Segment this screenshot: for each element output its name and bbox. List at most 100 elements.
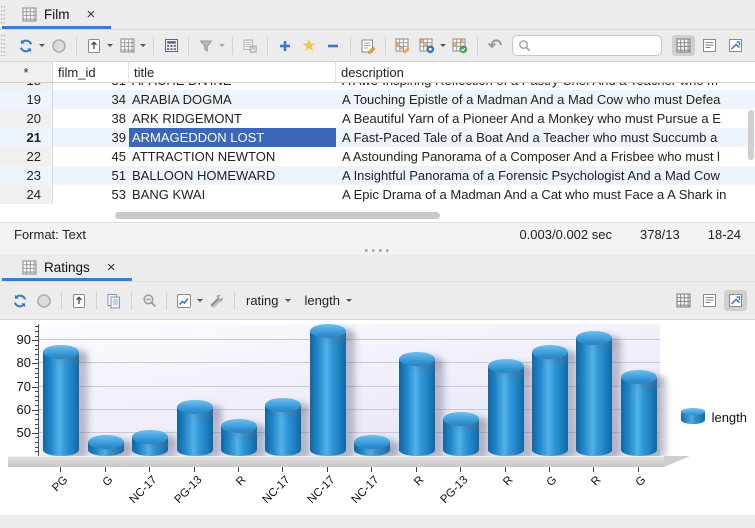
edit-note-button[interactable] [356,34,380,58]
chart-bar[interactable] [177,407,213,456]
cell-film-id[interactable]: 51 [53,166,129,185]
horizontal-scrollbar[interactable] [115,212,440,219]
panel-drag-handle[interactable] [1,6,5,25]
chart-bar[interactable] [265,405,301,456]
table-row[interactable]: 22 45 ATTRACTION NEWTON A Astounding Pan… [0,147,755,166]
filter-dropdown-caret[interactable] [219,44,225,50]
grid-view-toggle[interactable] [672,35,695,56]
chart-bar[interactable] [621,377,657,456]
cell-film-id[interactable]: 38 [53,109,129,128]
chart-bar[interactable] [132,437,168,456]
chart-view-toggle[interactable] [724,35,747,56]
grid-confirm-button[interactable] [448,34,472,58]
column-header-description[interactable]: description [336,62,755,82]
search-input[interactable] [535,39,645,53]
table-row[interactable]: 19 34 ARABIA DOGMA A Touching Epistle of… [0,90,755,109]
chart-bar[interactable] [43,352,79,456]
filter-button[interactable] [194,34,218,58]
cell-film-id[interactable]: 39 [53,128,129,147]
column-header-film-id[interactable]: film_id [53,62,129,82]
calculate-button[interactable] [159,34,183,58]
table-row[interactable]: 23 51 BALLOON HOMEWARD A Insightful Pano… [0,166,755,185]
refresh-button[interactable] [8,289,32,313]
close-icon[interactable]: × [107,260,116,275]
chart-bar[interactable] [310,331,346,456]
chart-view-toggle[interactable] [724,290,747,311]
chart-type-button[interactable] [172,289,196,313]
chart-bar[interactable] [88,442,124,456]
cell-description[interactable]: A Beautiful Yarn of a Pioneer And a Monk… [336,109,755,128]
chart-bar[interactable] [399,359,435,456]
y-axis-dropdown[interactable]: length [299,293,360,308]
export-button[interactable] [67,289,91,313]
gridline [39,339,660,340]
cell-title[interactable]: ARABIA DOGMA [129,90,336,109]
close-icon[interactable]: × [87,7,96,22]
chart-bar[interactable] [354,442,390,456]
refresh-dropdown-caret[interactable] [39,44,45,50]
add-row-button[interactable] [273,34,297,58]
column-header-rownum[interactable]: * [0,62,53,82]
copy-button[interactable] [102,289,126,313]
tab-ratings[interactable]: Ratings × [8,254,132,281]
ratings-view-toggles [672,290,747,311]
x-axis-dropdown[interactable]: rating [240,293,299,308]
refresh-button[interactable] [14,34,38,58]
x-axis-dropdown-label: rating [246,293,279,308]
table-row[interactable]: 20 38 ARK RIDGEMONT A Beautiful Yarn of … [0,109,755,128]
text-view-toggle[interactable] [698,290,721,311]
y-axis-tick-label: 70 [4,379,31,394]
grid-settings-caret[interactable] [440,44,446,50]
selected-cell[interactable]: ARMAGEDDON LOST [129,128,336,147]
chart-type-caret[interactable] [197,299,203,305]
cell-description[interactable]: A Awe-Inspiring Reflection of a Pastry C… [336,83,755,90]
cell-film-id[interactable]: 45 [53,147,129,166]
edit-grid-button[interactable] [391,34,415,58]
chart-bar[interactable] [576,338,612,456]
zoom-out-button[interactable] [137,289,161,313]
panel-splitter[interactable] [0,246,755,254]
cell-description[interactable]: A Insightful Panorama of a Forensic Psyc… [336,166,755,185]
cell-film-id[interactable]: 53 [53,185,129,204]
cell-description[interactable]: A Fast-Paced Tale of a Boat And a Teache… [336,128,755,147]
cell-title[interactable]: BANG KWAI [129,185,336,204]
cell-description[interactable]: A Epic Drama of a Madman And a Cat who m… [336,185,755,204]
text-view-toggle[interactable] [698,35,721,56]
grid-options-button[interactable] [115,34,139,58]
cell-film-id[interactable]: 31 [53,83,129,90]
cell-description[interactable]: A Touching Epistle of a Madman And a Mad… [336,90,755,109]
cell-title[interactable]: ARK RIDGEMONT [129,109,336,128]
export-button[interactable] [82,34,106,58]
stop-button[interactable] [32,289,56,313]
chart-bar[interactable] [488,366,524,456]
cell-description[interactable]: A Astounding Panorama of a Composer And … [336,147,755,166]
grid-options-caret[interactable] [140,44,146,50]
tab-film[interactable]: Film × [8,0,111,29]
cell-title[interactable]: ATTRACTION NEWTON [129,147,336,166]
film-data-grid[interactable]: * film_id title description 18 31 APACHE… [0,62,755,222]
search-box[interactable] [512,35,662,56]
table-row-selected[interactable]: 21 39 ARMAGEDDON LOST A Fast-Paced Tale … [0,128,755,147]
chart-bar[interactable] [221,426,257,456]
cell-title[interactable]: BALLOON HOMEWARD [129,166,336,185]
save-button[interactable] [238,34,262,58]
vertical-scrollbar[interactable] [748,110,754,160]
favorite-button[interactable]: ★ [297,34,321,58]
column-header-title[interactable]: title [129,62,336,82]
delete-row-button[interactable] [321,34,345,58]
stop-button[interactable] [47,34,71,58]
table-row[interactable]: 24 53 BANG KWAI A Epic Drama of a Madman… [0,185,755,204]
grid-rows: 18 31 APACHE DIVINE A Awe-Inspiring Refl… [0,83,755,222]
toolbar-drag-handle[interactable] [1,35,5,56]
export-dropdown-caret[interactable] [107,44,113,50]
table-row[interactable]: 18 31 APACHE DIVINE A Awe-Inspiring Refl… [0,83,755,90]
undo-button[interactable]: ↶ [483,34,507,58]
chart-floor [8,456,664,467]
chart-bar[interactable] [532,352,568,456]
chart-settings-button[interactable] [205,289,229,313]
cell-title[interactable]: APACHE DIVINE [129,83,336,90]
grid-view-toggle[interactable] [672,290,695,311]
cell-film-id[interactable]: 34 [53,90,129,109]
grid-settings-button[interactable] [415,34,439,58]
chart-bar[interactable] [443,419,479,456]
